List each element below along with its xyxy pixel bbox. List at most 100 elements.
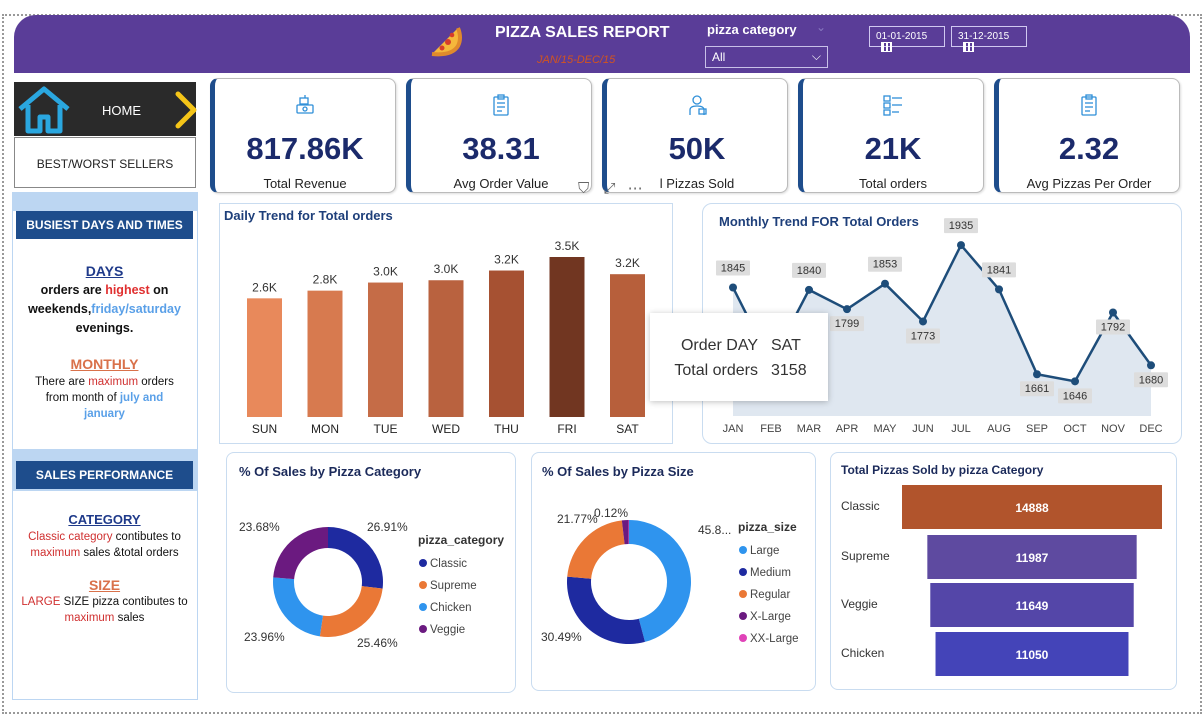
visual-header-icons: ⛉ ⤢ ⋯	[578, 179, 643, 197]
x-tick-label: MAY	[873, 423, 897, 435]
monthly-line-1: There are maximum orders	[35, 376, 174, 388]
slice-label: 21.77%	[557, 512, 598, 526]
donut-slice	[273, 577, 323, 637]
calendar-icon[interactable]	[963, 42, 974, 52]
kpi-card-avg-pizzas-per-order[interactable]: 2.32 Avg Pizzas Per Order	[994, 78, 1180, 193]
donut-slice	[319, 586, 383, 637]
kpi-card-avg-order-value[interactable]: 38.31 Avg Order Value	[406, 78, 592, 193]
x-tick-label: SEP	[1026, 423, 1048, 435]
x-tick-label: SUN	[252, 422, 277, 436]
kpi-label: Avg Pizzas Per Order	[1026, 176, 1152, 191]
data-label: 14888	[1015, 501, 1049, 515]
data-label: 1792	[1101, 321, 1125, 333]
data-label: 11050	[1016, 648, 1049, 662]
kpi-card-total-revenue[interactable]: 817.86K Total Revenue	[210, 78, 396, 193]
focus-mode-icon[interactable]: ⤢	[603, 180, 615, 197]
chevron-right-icon	[175, 91, 197, 129]
data-point	[881, 279, 889, 288]
data-point	[995, 285, 1003, 294]
kpi-value: 21K	[864, 131, 922, 166]
bar	[307, 290, 343, 417]
data-point	[1033, 370, 1041, 379]
data-label: 2.6K	[252, 280, 277, 294]
kpi-value: 38.31	[462, 131, 540, 166]
bar	[247, 298, 282, 417]
date-to-field[interactable]: 31-12-2015	[951, 26, 1027, 52]
days-line-3: evenings.	[75, 321, 134, 335]
donut-slice	[273, 527, 328, 580]
x-tick-label: NOV	[1101, 423, 1126, 435]
slice-label: 26.91%	[367, 520, 408, 534]
size-title: SIZE	[88, 577, 121, 593]
x-tick-label: AUG	[987, 423, 1011, 435]
legend-title: pizza_category	[418, 533, 504, 547]
monthly-title: MONTHLY	[70, 356, 139, 372]
chevron-down-icon[interactable]: ⌄	[816, 20, 826, 34]
data-label: 11987	[1016, 551, 1049, 565]
kpi-label: Total orders	[859, 176, 927, 191]
size-donut-chart: 45.8... 30.49% 21.77%0.12% pizza_size Large M…	[541, 506, 799, 645]
best-worst-sellers-button[interactable]: BEST/WORST SELLERS	[14, 137, 196, 188]
funnel-chart: 14888 Classic 11987 Supreme 11649 Veggie 11050…	[841, 485, 1162, 676]
kpi-label: Avg Order Value	[453, 176, 549, 191]
slice-label: 25.46%	[357, 636, 398, 650]
x-tick-label: MON	[311, 422, 339, 436]
category-filter-dropdown[interactable]: All ⌵	[705, 46, 828, 68]
bar	[489, 270, 524, 417]
donut-slice	[567, 520, 625, 579]
date-from-field[interactable]: 01-01-2015	[869, 26, 945, 52]
x-tick-label: OCT	[1063, 423, 1087, 435]
slice-label: 0.12%	[594, 506, 628, 520]
data-point	[729, 283, 737, 292]
kpi-card-pizzas-sold[interactable]: 50K l Pizzas Sold	[602, 78, 788, 193]
report-period: JAN/15-DEC/15	[537, 54, 616, 66]
category-title: CATEGORY	[68, 512, 141, 527]
data-label: 1853	[873, 259, 897, 271]
data-label: 3.0K	[373, 265, 398, 279]
bar	[549, 257, 585, 417]
date-from-value: 01-01-2015	[876, 31, 928, 42]
data-label: 1935	[949, 220, 973, 232]
monthly-line-2: from month of july and	[45, 392, 164, 404]
data-point	[1071, 377, 1079, 386]
slice-label: 45.8...	[698, 523, 731, 537]
performance-heading: SALES PERFORMANCE	[16, 461, 193, 489]
legend-title: pizza_size	[738, 520, 797, 534]
legend-marker	[739, 634, 747, 642]
tooltip-key: Order DAY	[680, 337, 758, 354]
calendar-icon[interactable]	[881, 42, 892, 52]
home-icon	[18, 86, 70, 134]
report-title: PIZZA SALES REPORT	[495, 24, 670, 41]
slice-label: 30.49%	[541, 630, 582, 644]
legend-item: Large	[750, 545, 779, 557]
data-label: 1773	[911, 330, 935, 342]
legend-marker	[739, 546, 747, 554]
legend-marker	[419, 603, 427, 611]
busiest-monthly-text: MONTHLY There are maximum orders from mo…	[16, 354, 193, 422]
daily-trend-chart: 2.6K SUN 2.8K MON 3.0K TUE 3.0K WED 3.2K THU 3.5K F…	[247, 239, 645, 436]
data-point	[919, 317, 927, 326]
data-label: 1799	[835, 318, 859, 330]
kpi-card-total-orders[interactable]: 21K Total orders	[798, 78, 984, 193]
filter-icon[interactable]: ⛉	[578, 180, 589, 197]
home-button[interactable]: HOME	[14, 82, 197, 136]
kpi-value: 50K	[668, 131, 726, 166]
kpi-value: 2.32	[1058, 131, 1120, 166]
bar	[610, 274, 645, 417]
data-point	[843, 305, 851, 314]
legend-marker	[419, 625, 427, 633]
category-label: Chicken	[841, 646, 884, 660]
category-line-1: Classic category contibutes to	[28, 531, 181, 543]
bar	[428, 280, 464, 417]
legend-marker	[419, 559, 427, 567]
data-label: 3.2K	[494, 253, 519, 267]
x-tick-label: DEC	[1139, 423, 1162, 435]
legend-item: Veggie	[430, 624, 465, 636]
more-options-icon[interactable]: ⋯	[628, 180, 643, 197]
tooltip-value: 3158	[771, 362, 807, 379]
performance-category-text: CATEGORY Classic category contibutes to …	[16, 511, 193, 561]
bar	[368, 282, 403, 417]
slice-label: 23.96%	[244, 630, 285, 644]
x-tick-label: TUE	[374, 422, 398, 436]
size-line-1: LARGE SIZE pizza contibutes to	[21, 596, 188, 608]
